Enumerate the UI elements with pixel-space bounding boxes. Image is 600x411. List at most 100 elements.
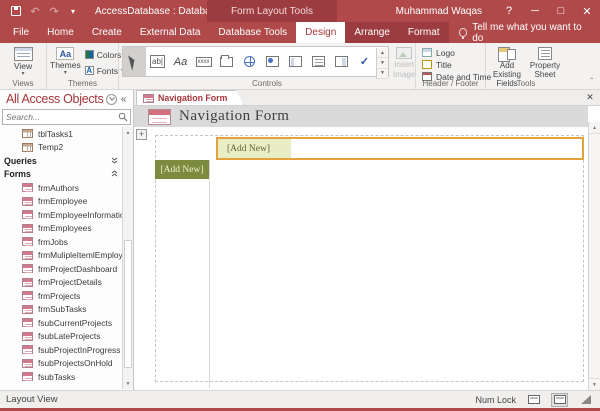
form-icon [22, 183, 33, 192]
gallery-more-icon[interactable]: ▼ [377, 69, 388, 79]
list-item-table[interactable]: Temp2 [0, 141, 122, 155]
logo-button[interactable]: Logo [419, 47, 494, 58]
tab-arrange[interactable]: Arrange [345, 22, 399, 43]
form-icon [22, 345, 33, 354]
navigation-control[interactable] [284, 47, 307, 76]
maximize-button[interactable]: □ [548, 0, 574, 22]
status-bar: Layout View Num Lock [0, 390, 600, 408]
ribbon-group-views: View ▾ Views [0, 43, 47, 89]
shutter-bar-close-icon[interactable]: « [117, 94, 130, 105]
document-tab-navigation-form[interactable]: Navigation Form [136, 90, 244, 105]
list-item-form[interactable]: fsubProjectInProgress [0, 343, 122, 357]
gallery-scroll-down[interactable]: ▼ [377, 58, 388, 68]
search-box[interactable] [2, 109, 131, 125]
scrollbar-thumb[interactable] [124, 240, 132, 368]
form-canvas[interactable]: + [Add New] [Add New] [134, 127, 588, 390]
list-item-form[interactable]: frmSubTasks [0, 303, 122, 317]
title-button[interactable]: Title [419, 59, 494, 70]
layout-move-handle[interactable]: + [136, 129, 147, 140]
collapse-ribbon-icon[interactable]: ˆ [590, 77, 593, 86]
document-scrollbar[interactable]: ▲ ▼ [588, 122, 600, 390]
save-icon[interactable] [10, 5, 22, 17]
list-item-form[interactable]: frmAuthors [0, 181, 122, 195]
nav-pane-menu-icon[interactable] [106, 94, 117, 105]
text-box-control[interactable]: ab| [146, 47, 169, 76]
list-item-form[interactable]: frmProjects [0, 289, 122, 303]
form-icon [22, 237, 33, 246]
document-tab-bar: Navigation Form ✕ [134, 90, 600, 106]
view-button[interactable]: View ▾ [4, 46, 42, 78]
redo-icon[interactable]: ↷ [48, 5, 60, 17]
list-item-form[interactable]: frmEmployee [0, 195, 122, 209]
insert-image-button[interactable]: Insert Image [393, 45, 415, 79]
gallery-scroll: ▲ ▼ ▼ [376, 48, 388, 79]
tab-file[interactable]: File [4, 22, 38, 43]
item-label: fsubLateProjects [38, 331, 100, 341]
list-item-form[interactable]: frmEmployees [0, 222, 122, 236]
search-icon[interactable] [118, 112, 128, 122]
form-view-button[interactable] [525, 393, 542, 407]
cursor-icon [128, 53, 141, 71]
layout-view-button[interactable] [551, 393, 568, 407]
tab-design[interactable]: Design [296, 22, 345, 43]
group-header-forms[interactable]: Forms [0, 168, 122, 182]
scroll-down-icon[interactable]: ▼ [589, 378, 600, 390]
item-label: frmSubTasks [38, 304, 86, 314]
themes-button[interactable]: Aa Themes ▾ [50, 46, 81, 78]
navigation-control-icon [289, 56, 302, 67]
tab-external-data[interactable]: External Data [131, 22, 210, 43]
label-control[interactable]: Aa [169, 47, 192, 76]
list-item-form[interactable]: frmMulipleItemlEmployee [0, 249, 122, 263]
list-item-form[interactable]: frmEmployeeInformation [0, 208, 122, 222]
combo-box-control[interactable] [330, 47, 353, 76]
list-item-form[interactable]: frmProjectDetails [0, 276, 122, 290]
tab-control[interactable] [215, 47, 238, 76]
check-box-control[interactable]: ✓ [353, 47, 376, 76]
tell-me-box[interactable]: Tell me what you want to do [449, 22, 600, 43]
combo-box-icon [335, 56, 348, 67]
item-label: fsubTasks [38, 372, 75, 382]
minimize-button[interactable]: ─ [522, 0, 548, 22]
num-lock-indicator: Num Lock [475, 395, 516, 405]
list-item-form[interactable]: fsubProjectsOnHold [0, 357, 122, 371]
list-item-form[interactable]: frmProjectDashboard [0, 262, 122, 276]
close-button[interactable]: ✕ [574, 0, 600, 22]
tab-format[interactable]: Format [399, 22, 449, 43]
design-view-button[interactable] [577, 393, 594, 407]
list-item-form[interactable]: frmJobs [0, 235, 122, 249]
undo-icon[interactable]: ↶ [29, 5, 41, 17]
button-control[interactable]: xxxx [192, 47, 215, 76]
ribbon-group-header-footer: Logo Title Date and Time Header / Footer [416, 43, 486, 89]
signed-in-user[interactable]: Muhammad Waqas [396, 6, 482, 17]
close-document-icon[interactable]: ✕ [584, 92, 596, 103]
customize-qat-icon[interactable]: ▾ [67, 5, 79, 17]
search-input[interactable] [3, 112, 118, 122]
tell-me-label: Tell me what you want to do [472, 22, 590, 44]
tab-database-tools[interactable]: Database Tools [209, 22, 296, 43]
group-header-queries[interactable]: Queries [0, 154, 122, 168]
chevron-expand-icon [111, 156, 118, 166]
tab-home[interactable]: Home [38, 22, 83, 43]
list-item-form[interactable]: fsubCurrentProjects [0, 316, 122, 330]
add-new-button-horizontal[interactable]: [Add New] [218, 139, 291, 158]
scroll-up-icon[interactable]: ▲ [589, 122, 600, 134]
scroll-down-icon[interactable]: ▼ [123, 378, 134, 389]
quick-access-toolbar: ↶ ↷ ▾ [0, 5, 87, 17]
controls-gallery: ab| Aa xxxx ✓ ▲ ▼ ▼ [122, 46, 389, 77]
list-item-form[interactable]: fsubLateProjects [0, 330, 122, 344]
insert-image-icon [396, 47, 412, 59]
gallery-scroll-up[interactable]: ▲ [377, 48, 388, 58]
scroll-up-icon[interactable]: ▲ [123, 127, 134, 138]
tab-create[interactable]: Create [83, 22, 131, 43]
list-item-form[interactable]: fsubTasks [0, 370, 122, 384]
hyperlink-control[interactable] [238, 47, 261, 76]
add-new-button-vertical[interactable]: [Add New] [155, 160, 209, 179]
button-icon: xxxx [196, 57, 212, 67]
help-button[interactable]: ? [496, 0, 522, 22]
select-cursor-control[interactable] [123, 47, 146, 76]
option-group-control[interactable] [307, 47, 330, 76]
nav-pane-scrollbar[interactable]: ▲ ▼ [122, 127, 133, 389]
form-icon [22, 210, 33, 219]
list-item-table[interactable]: tblTasks1 [0, 127, 122, 141]
web-browser-control[interactable] [261, 47, 284, 76]
